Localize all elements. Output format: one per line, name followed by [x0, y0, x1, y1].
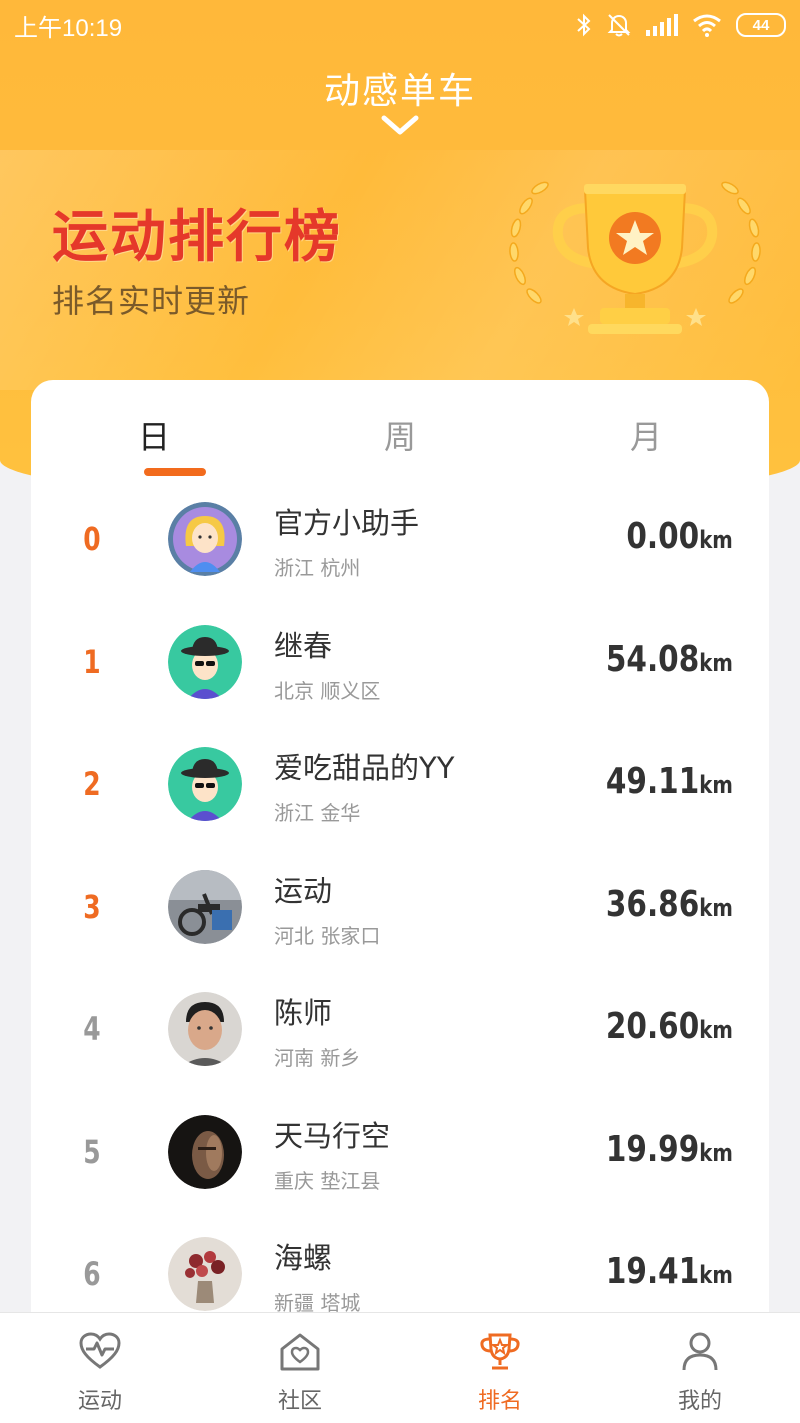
avatar[interactable]: [168, 869, 242, 944]
distance-unit: km: [699, 1016, 733, 1044]
distance: 49.11km: [606, 761, 733, 802]
rank-number: 5: [83, 1132, 101, 1171]
user-name: 爱吃甜品的YY: [274, 751, 455, 785]
user-name: 天马行空: [274, 1118, 391, 1153]
wifi-icon: [693, 14, 721, 37]
battery-indicator: 44: [736, 13, 786, 37]
nav-item-sport[interactable]: 运动: [0, 1313, 200, 1423]
rank-number: 4: [83, 1010, 101, 1048]
nav-item-community[interactable]: 社区: [200, 1313, 400, 1423]
distance-value: 54.08: [606, 638, 700, 680]
status-bar: 上午10:19 44: [0, 0, 800, 50]
trophy-icon: [480, 1333, 520, 1370]
ranking-card: 日 周 月 0 官方小助手 浙江 杭州 0.00km 1 继春 北京 顺义区 5…: [31, 380, 769, 1320]
distance: 19.99km: [606, 1129, 733, 1170]
distance-value: 20.60: [606, 1006, 700, 1047]
bell-off-icon: [607, 14, 631, 37]
avatar[interactable]: [168, 1237, 242, 1311]
user-location: 浙江 金华: [274, 801, 361, 825]
user-location: 河北 张家口: [274, 923, 381, 948]
distance-value: 19.41: [606, 1251, 700, 1292]
distance-unit: km: [699, 1138, 733, 1167]
signal-icon: [646, 14, 678, 36]
ranking-row[interactable]: 0 官方小助手 浙江 杭州 0.00km: [31, 480, 769, 603]
user-name: 继春: [274, 628, 333, 663]
ranking-list: 0 官方小助手 浙江 杭州 0.00km 1 继春 北京 顺义区 54.08km…: [31, 480, 769, 1320]
ranking-row[interactable]: 4 陈师 河南 新乡 20.60km: [31, 970, 769, 1093]
user-location: 河南 新乡: [274, 1046, 361, 1070]
distance: 0.00km: [627, 516, 733, 557]
rank-number: 3: [83, 887, 101, 926]
ranking-row[interactable]: 6 海螺 新疆 塔城 19.41km: [31, 1215, 769, 1320]
period-tabs: 日 周 月: [31, 380, 769, 480]
avatar[interactable]: [168, 502, 242, 576]
tab-active-indicator: [144, 468, 206, 476]
distance-value: 19.99: [606, 1128, 700, 1170]
status-time: 上午10:19: [14, 14, 123, 42]
distance: 19.41km: [606, 1251, 733, 1292]
nav-label: 排名: [477, 1389, 522, 1414]
ranking-row[interactable]: 2 爱吃甜品的YY 浙江 金华 49.11km: [31, 725, 769, 848]
user-name: 海螺: [274, 1241, 333, 1275]
tab-month[interactable]: 月: [523, 380, 769, 480]
distance: 36.86km: [606, 884, 733, 925]
tab-week[interactable]: 周: [277, 380, 523, 480]
distance-value: 36.86: [606, 883, 700, 925]
user-icon: [682, 1332, 718, 1371]
nav-label: 运动: [77, 1389, 122, 1414]
avatar[interactable]: [168, 747, 242, 821]
distance-unit: km: [699, 771, 733, 799]
nav-item-mine[interactable]: 我的: [600, 1313, 800, 1423]
distance: 54.08km: [606, 639, 733, 680]
distance-unit: km: [699, 1261, 733, 1289]
ranking-row[interactable]: 3 运动 河北 张家口 36.86km: [31, 848, 769, 971]
rank-number: 6: [83, 1255, 101, 1293]
trophy-illustration: [509, 181, 761, 334]
banner-title: 运动排行榜: [52, 205, 342, 270]
avatar[interactable]: [168, 1114, 242, 1189]
bluetooth-icon: [577, 13, 591, 37]
distance: 20.60km: [606, 1006, 733, 1047]
tab-day[interactable]: 日: [31, 380, 277, 480]
nav-label: 社区: [277, 1389, 322, 1414]
distance-unit: km: [699, 526, 733, 554]
nav-item-ranking[interactable]: 排名: [400, 1313, 600, 1423]
chevron-down-icon[interactable]: [380, 112, 420, 138]
bottom-nav: 运动 社区 排名 我的: [0, 1312, 800, 1423]
user-location: 重庆 垫江县: [274, 1168, 381, 1193]
user-location: 北京 顺义区: [274, 678, 381, 703]
distance-value: 0.00: [626, 516, 700, 557]
ranking-row[interactable]: 5 天马行空 重庆 垫江县 19.99km: [31, 1093, 769, 1216]
avatar[interactable]: [168, 624, 242, 699]
user-location: 浙江 杭州: [274, 556, 361, 580]
distance-unit: km: [699, 893, 733, 922]
home-heart-icon: [280, 1333, 320, 1371]
user-name: 运动: [274, 873, 333, 908]
distance-value: 49.11: [606, 761, 700, 802]
page-title[interactable]: 动感单车: [0, 62, 800, 114]
user-name: 陈师: [274, 996, 333, 1030]
user-name: 官方小助手: [274, 506, 420, 540]
rank-number: 2: [83, 765, 101, 803]
rank-number: 1: [83, 642, 101, 681]
avatar[interactable]: [168, 992, 242, 1066]
ranking-row[interactable]: 1 继春 北京 顺义区 54.08km: [31, 603, 769, 726]
heart-pulse-icon: [79, 1332, 121, 1369]
banner-subtitle: 排名实时更新: [52, 282, 251, 320]
distance-unit: km: [699, 648, 733, 677]
rank-number: 0: [83, 520, 101, 558]
nav-label: 我的: [677, 1389, 722, 1414]
status-icons: 44: [576, 12, 786, 38]
